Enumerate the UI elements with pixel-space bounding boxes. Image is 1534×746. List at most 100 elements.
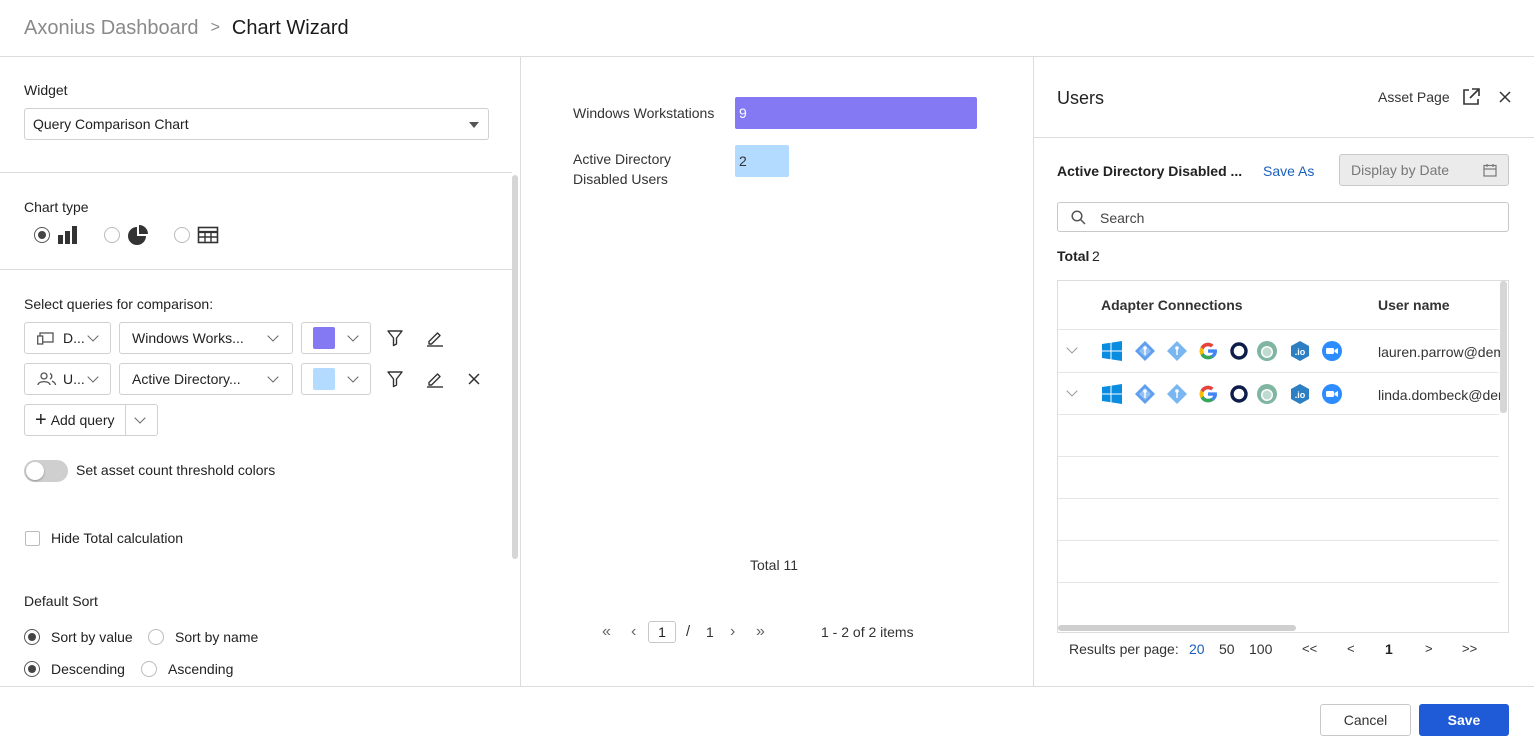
search-icon bbox=[1071, 210, 1086, 225]
sort-by-name-radio[interactable] bbox=[148, 629, 164, 645]
query-color-select[interactable] bbox=[301, 322, 371, 354]
bar-chart-icon[interactable] bbox=[57, 225, 79, 245]
bar[interactable]: 2 bbox=[735, 145, 789, 177]
ascending-radio[interactable] bbox=[141, 661, 157, 677]
last-page-icon[interactable]: » bbox=[756, 623, 765, 641]
threshold-label: Set asset count threshold colors bbox=[76, 462, 276, 478]
external-link-icon[interactable] bbox=[1461, 87, 1481, 107]
query-module-select[interactable]: U... bbox=[24, 363, 111, 395]
query-select[interactable]: Active Directory... bbox=[119, 363, 293, 395]
items-range: 1 - 2 of 2 items bbox=[821, 624, 914, 640]
display-by-date-picker[interactable]: Display by Date bbox=[1339, 154, 1509, 186]
horizontal-scrollbar[interactable] bbox=[1058, 625, 1296, 631]
descending-label: Descending bbox=[51, 661, 125, 677]
sort-by-value-radio[interactable] bbox=[24, 629, 40, 645]
pie-chart-icon[interactable] bbox=[127, 225, 149, 245]
zoom-icon bbox=[1321, 340, 1343, 362]
prev-page-icon[interactable]: ‹ bbox=[631, 623, 636, 641]
query-module-value: U... bbox=[63, 371, 85, 387]
expand-row-icon[interactable] bbox=[1066, 385, 1078, 397]
close-icon[interactable] bbox=[1499, 91, 1511, 103]
add-query-button[interactable]: + Add query bbox=[24, 404, 158, 436]
drawer-title: Users bbox=[1057, 88, 1105, 108]
users-table: Adapter Connections User name .io lauren… bbox=[1057, 280, 1509, 633]
chart-type-bar-radio[interactable] bbox=[34, 227, 50, 243]
query-module-select[interactable]: D... bbox=[24, 322, 111, 354]
azure-ad-icon bbox=[1134, 383, 1156, 405]
chevron-down-icon bbox=[267, 371, 279, 383]
users-icon bbox=[37, 372, 57, 386]
wizard-config-panel: Widget Query Comparison Chart Chart type… bbox=[0, 57, 521, 686]
hide-total-label: Hide Total calculation bbox=[51, 530, 184, 546]
page-size-20[interactable]: 20 bbox=[1189, 641, 1205, 657]
save-button[interactable]: Save bbox=[1419, 704, 1509, 736]
page-separator: / bbox=[686, 623, 691, 640]
section-divider bbox=[0, 172, 512, 173]
column-header-username[interactable]: User name bbox=[1378, 297, 1450, 313]
query-select[interactable]: Windows Works... bbox=[119, 322, 293, 354]
page-number-input[interactable]: 1 bbox=[648, 621, 676, 643]
bar-label: Active Directory Disabled Users bbox=[573, 151, 672, 187]
close-icon[interactable] bbox=[467, 372, 481, 386]
vertical-scrollbar[interactable] bbox=[1500, 281, 1507, 413]
last-page-button[interactable]: >> bbox=[1462, 641, 1477, 656]
first-page-button[interactable]: << bbox=[1302, 641, 1317, 656]
windows-icon bbox=[1101, 383, 1123, 405]
expand-row-icon[interactable] bbox=[1066, 342, 1078, 354]
next-page-icon[interactable]: › bbox=[730, 623, 735, 641]
total-value: 2 bbox=[1092, 248, 1100, 264]
chart-preview-panel: Windows Workstations 9 Active Directory Di… bbox=[521, 57, 1034, 686]
current-page[interactable]: 1 bbox=[1385, 641, 1393, 657]
ascending-label: Ascending bbox=[168, 661, 234, 677]
table-row[interactable]: .io lauren.parrow@dem bbox=[1058, 330, 1505, 372]
row-divider bbox=[1058, 582, 1499, 583]
onelogin-icon bbox=[1256, 383, 1278, 405]
prev-page-button[interactable]: < bbox=[1347, 641, 1355, 656]
windows-icon bbox=[1101, 340, 1123, 362]
azure-ad-icon bbox=[1134, 340, 1156, 362]
svg-text:.io: .io bbox=[1295, 390, 1306, 400]
username-cell: lauren.parrow@dem bbox=[1378, 344, 1506, 360]
io-icon: .io bbox=[1289, 383, 1311, 405]
azure-icon bbox=[1166, 340, 1188, 362]
chart-type-table-radio[interactable] bbox=[174, 227, 190, 243]
hide-total-checkbox[interactable] bbox=[25, 531, 40, 546]
cancel-button[interactable]: Cancel bbox=[1320, 704, 1411, 736]
save-as-link[interactable]: Save As bbox=[1263, 163, 1314, 179]
table-icon[interactable] bbox=[197, 225, 219, 245]
filter-icon[interactable] bbox=[386, 329, 404, 347]
row-divider bbox=[1058, 414, 1499, 415]
wizard-footer: Cancel Save bbox=[0, 686, 1534, 746]
chart-type-pie-radio[interactable] bbox=[104, 227, 120, 243]
display-by-date-label: Display by Date bbox=[1351, 162, 1450, 178]
first-page-icon[interactable]: « bbox=[602, 623, 611, 641]
widget-select[interactable]: Query Comparison Chart bbox=[24, 108, 489, 140]
page-header: Axonius Dashboard > Chart Wizard bbox=[0, 0, 1534, 57]
row-divider bbox=[1058, 540, 1499, 541]
edit-icon[interactable] bbox=[426, 370, 444, 388]
query-value: Active Directory... bbox=[132, 371, 241, 387]
descending-radio[interactable] bbox=[24, 661, 40, 677]
asset-page-link[interactable]: Asset Page bbox=[1378, 89, 1450, 105]
page-title: Chart Wizard bbox=[231, 16, 349, 39]
bar[interactable]: 9 bbox=[735, 97, 977, 129]
search-field[interactable]: Search bbox=[1057, 202, 1509, 232]
query-color-select[interactable] bbox=[301, 363, 371, 395]
caret-down-icon bbox=[469, 122, 479, 128]
next-page-button[interactable]: > bbox=[1425, 641, 1433, 656]
page-count: 1 bbox=[706, 624, 714, 640]
table-row[interactable]: .io linda.dombeck@der bbox=[1058, 373, 1503, 415]
chevron-down-icon[interactable] bbox=[134, 412, 146, 424]
column-header-adapters[interactable]: Adapter Connections bbox=[1101, 297, 1243, 313]
google-icon bbox=[1197, 383, 1219, 405]
edit-icon[interactable] bbox=[426, 329, 444, 347]
scrollbar[interactable] bbox=[512, 175, 518, 559]
threshold-toggle[interactable] bbox=[24, 460, 68, 482]
query-module-value: D... bbox=[63, 330, 85, 346]
okta-icon bbox=[1228, 383, 1250, 405]
breadcrumb-root[interactable]: Axonius Dashboard bbox=[24, 17, 199, 40]
search-placeholder: Search bbox=[1100, 210, 1145, 226]
filter-icon[interactable] bbox=[386, 370, 404, 388]
page-size-50[interactable]: 50 bbox=[1219, 641, 1235, 657]
page-size-100[interactable]: 100 bbox=[1249, 641, 1272, 657]
